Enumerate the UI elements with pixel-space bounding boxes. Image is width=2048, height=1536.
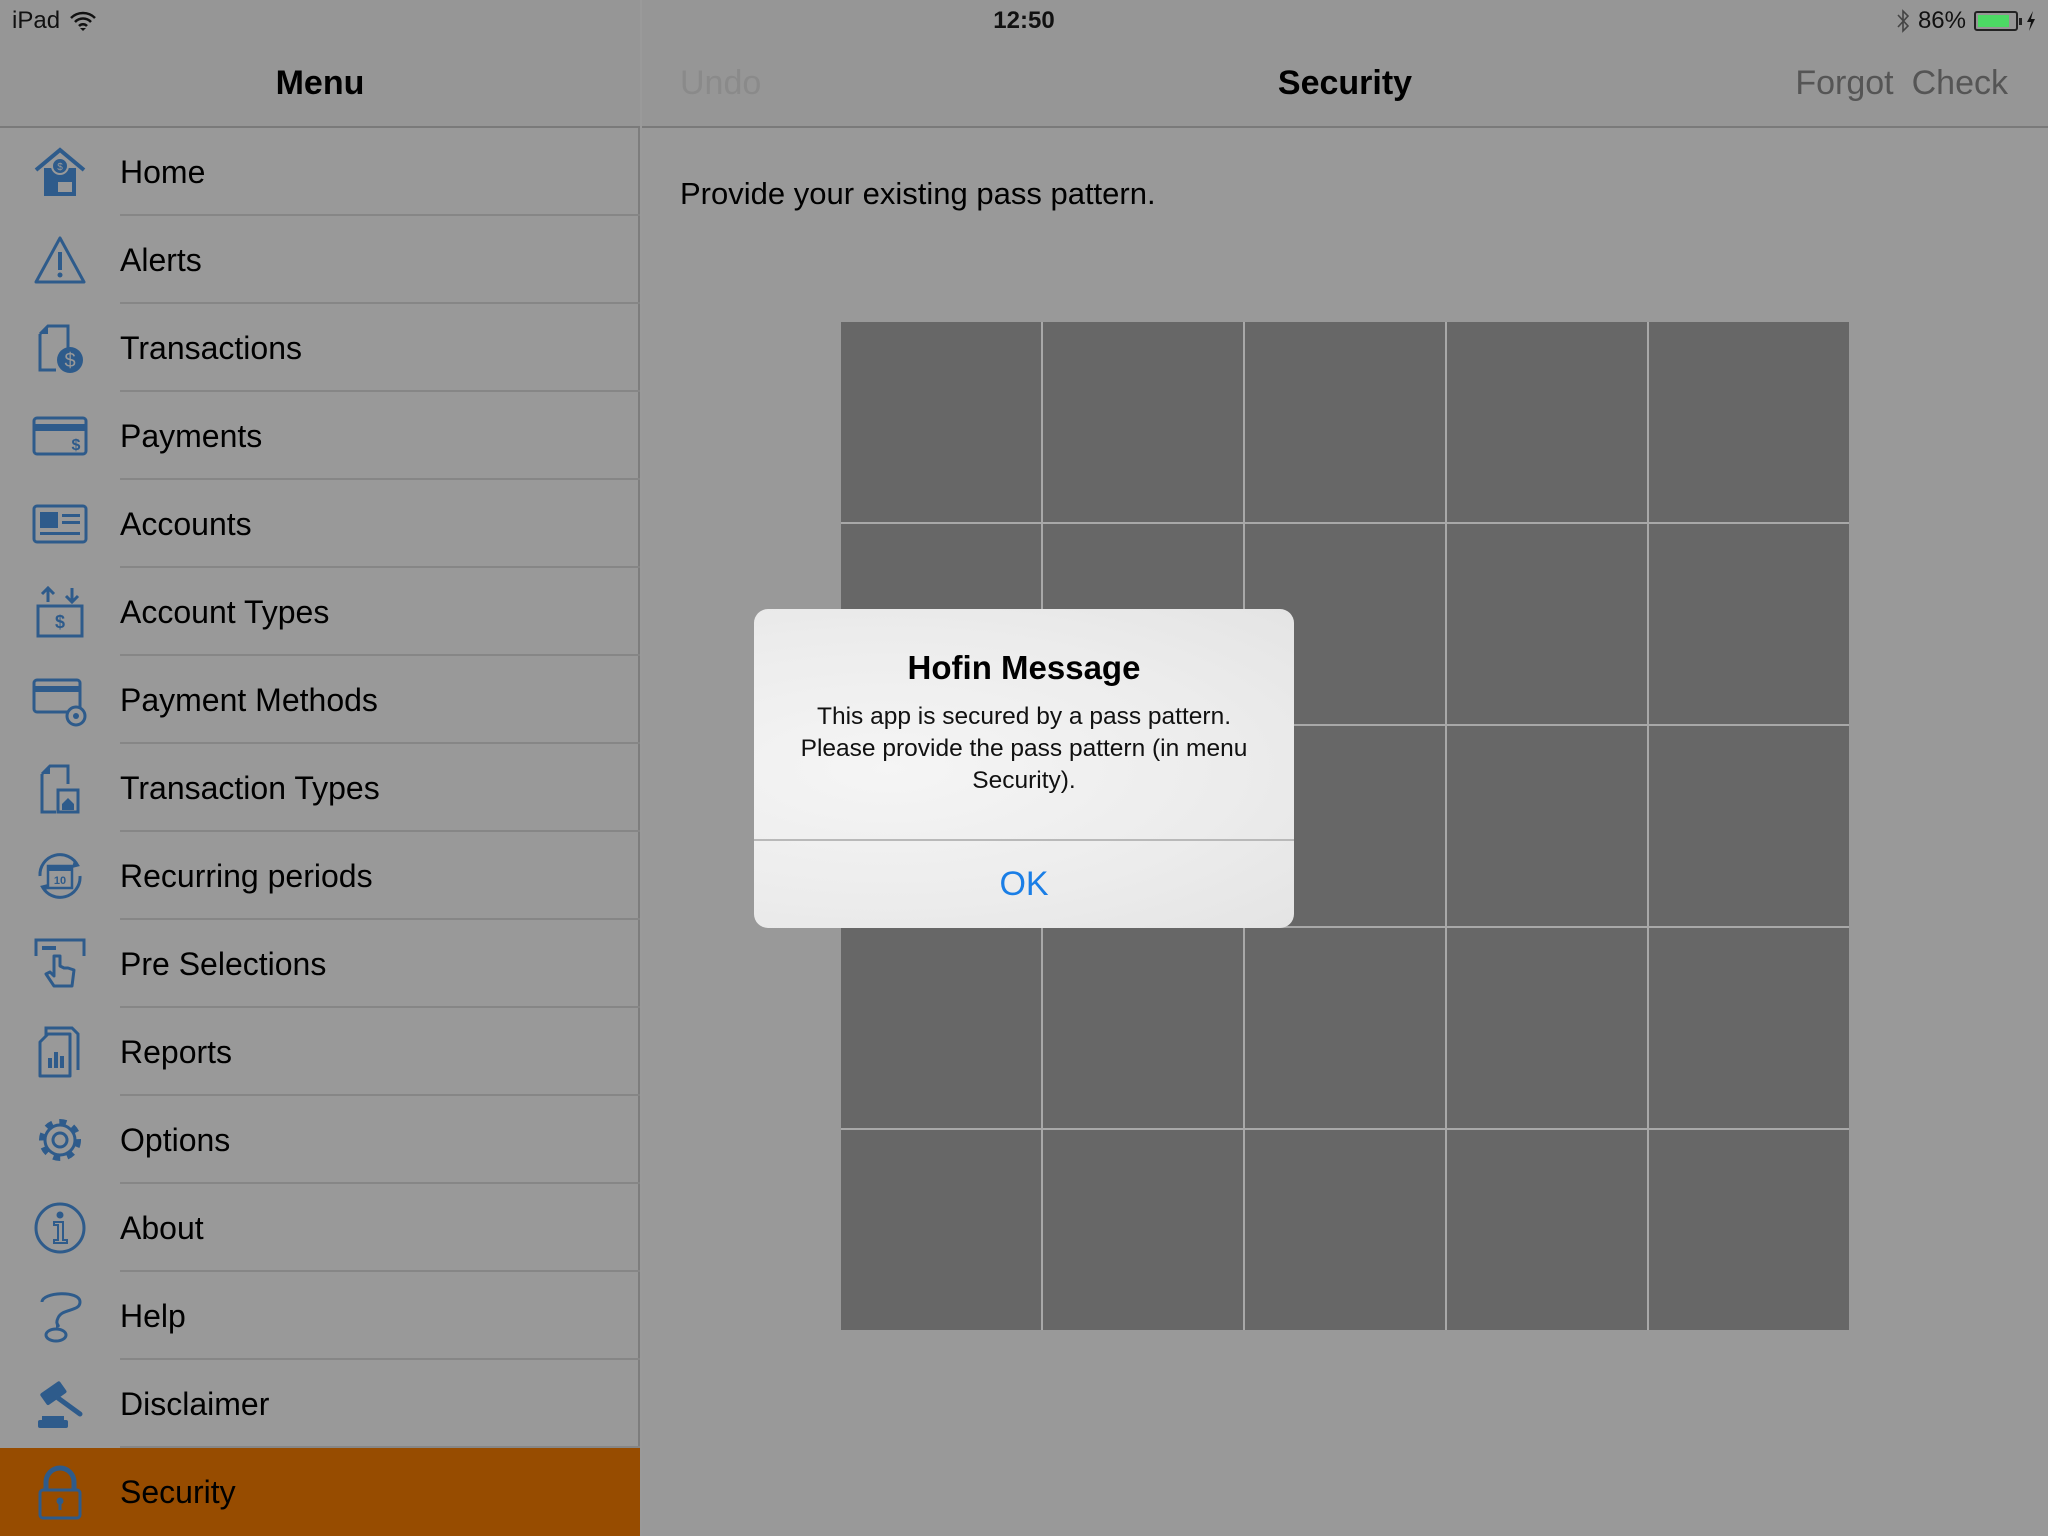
- help-icon: [32, 1288, 88, 1344]
- sidebar-item-label: Transactions: [120, 329, 302, 366]
- ok-button[interactable]: OK: [754, 841, 1294, 928]
- forgot-button[interactable]: Forgot: [1795, 64, 1893, 103]
- svg-text:$: $: [72, 437, 81, 454]
- lock-icon: [32, 1464, 88, 1520]
- alert-title: Hofin Message: [907, 649, 1141, 686]
- pattern-cell[interactable]: [841, 1130, 1041, 1330]
- sidebar-item-account-types[interactable]: $ Account Types: [0, 568, 640, 656]
- svg-text:$: $: [57, 162, 63, 173]
- transactions-icon: $: [32, 320, 88, 376]
- battery-percent: 86%: [1917, 7, 1966, 34]
- sidebar-item-help[interactable]: Help: [0, 1272, 640, 1360]
- pattern-cell[interactable]: [841, 928, 1041, 1128]
- sidebar-item-disclaimer[interactable]: Disclaimer: [0, 1360, 640, 1448]
- sidebar-item-reports[interactable]: Reports: [0, 1008, 640, 1096]
- pattern-cell[interactable]: [1447, 928, 1647, 1128]
- pattern-cell[interactable]: [1447, 322, 1647, 522]
- instruction-text: Provide your existing pass pattern.: [680, 176, 1156, 211]
- bolt-icon: [2026, 11, 2036, 31]
- alert-message: This app is secured by a pass pattern. P…: [800, 703, 1248, 794]
- sidebar-item-label: Disclaimer: [120, 1385, 270, 1422]
- pattern-cell[interactable]: [1447, 1130, 1647, 1330]
- accounts-icon: [32, 496, 88, 552]
- sidebar-item-accounts[interactable]: Accounts: [0, 480, 640, 568]
- pattern-cell[interactable]: [1649, 524, 1849, 724]
- ipad-screen: Menu $ Home Alerts $ Transactions $ Paym…: [0, 0, 2048, 1536]
- status-bar: iPad 12:50 86%: [0, 0, 2048, 40]
- bluetooth-icon: [1896, 8, 1910, 34]
- sidebar-item-label: Alerts: [120, 241, 202, 278]
- sidebar-item-label: Recurring periods: [120, 857, 373, 894]
- home-icon: $: [32, 144, 88, 200]
- sidebar-item-security[interactable]: Security: [0, 1448, 640, 1536]
- payment-methods-icon: [32, 672, 88, 728]
- reports-icon: [32, 1024, 88, 1080]
- recurring-calendar-icon: 10: [32, 848, 88, 904]
- clock: 12:50: [993, 7, 1055, 34]
- svg-text:10: 10: [54, 875, 66, 887]
- sidebar-item-label: Security: [120, 1473, 236, 1510]
- pattern-cell[interactable]: [1245, 1130, 1445, 1330]
- sidebar-item-label: Help: [120, 1297, 186, 1334]
- pattern-cell[interactable]: [1245, 928, 1445, 1128]
- transaction-types-icon: [32, 760, 88, 816]
- gear-icon: [32, 1112, 88, 1168]
- sidebar-item-label: Pre Selections: [120, 945, 327, 982]
- sidebar-item-label: Accounts: [120, 505, 252, 542]
- pattern-cell[interactable]: [1649, 1130, 1849, 1330]
- pattern-cell[interactable]: [1245, 322, 1445, 522]
- sidebar-title: Menu: [275, 64, 365, 102]
- sidebar-item-label: Options: [120, 1121, 231, 1158]
- sidebar-item-label: Transaction Types: [120, 769, 380, 806]
- sidebar-item-options[interactable]: Options: [0, 1096, 640, 1184]
- sidebar-item-transactions[interactable]: $ Transactions: [0, 304, 640, 392]
- sidebar-item-payment-methods[interactable]: Payment Methods: [0, 656, 640, 744]
- pattern-cell[interactable]: [1649, 726, 1849, 926]
- pattern-cell[interactable]: [1043, 322, 1243, 522]
- payment-card-icon: $: [32, 408, 88, 464]
- pre-selections-icon: [32, 936, 88, 992]
- sidebar-item-pre-selections[interactable]: Pre Selections: [0, 920, 640, 1008]
- sidebar: Menu $ Home Alerts $ Transactions $ Paym…: [0, 0, 640, 1536]
- alert-dialog: Hofin Message This app is secured by a p…: [754, 609, 1294, 928]
- sidebar-item-payments[interactable]: $ Payments: [0, 392, 640, 480]
- info-icon: [32, 1200, 88, 1256]
- nav-actions: Forgot Check: [1795, 64, 2008, 103]
- gavel-icon: [32, 1376, 88, 1432]
- pattern-cell[interactable]: [1447, 726, 1647, 926]
- svg-text:$: $: [64, 350, 75, 372]
- pattern-cell[interactable]: [1649, 322, 1849, 522]
- sidebar-item-about[interactable]: About: [0, 1184, 640, 1272]
- sidebar-item-label: About: [120, 1209, 204, 1246]
- sidebar-item-label: Payments: [120, 417, 263, 454]
- sidebar-item-label: Payment Methods: [120, 681, 378, 718]
- sidebar-item-label: Home: [120, 153, 206, 190]
- sidebar-item-label: Reports: [120, 1033, 233, 1070]
- sidebar-item-label: Account Types: [120, 593, 330, 630]
- pattern-cell[interactable]: [1447, 524, 1647, 724]
- pattern-cell[interactable]: [841, 322, 1041, 522]
- sidebar-item-alerts[interactable]: Alerts: [0, 216, 640, 304]
- sidebar-item-transaction-types[interactable]: Transaction Types: [0, 744, 640, 832]
- pattern-cell[interactable]: [1043, 928, 1243, 1128]
- svg-text:$: $: [55, 612, 65, 632]
- account-types-icon: $: [32, 584, 88, 640]
- pattern-cell[interactable]: [1043, 1130, 1243, 1330]
- menu-list: $ Home Alerts $ Transactions $ Payments: [0, 128, 640, 1536]
- alert-icon: [32, 232, 88, 288]
- sidebar-item-recurring-periods[interactable]: 10 Recurring periods: [0, 832, 640, 920]
- sidebar-item-home[interactable]: $ Home: [0, 128, 640, 216]
- battery-icon: [1974, 11, 2022, 31]
- check-button[interactable]: Check: [1912, 64, 2008, 103]
- pattern-cell[interactable]: [1649, 928, 1849, 1128]
